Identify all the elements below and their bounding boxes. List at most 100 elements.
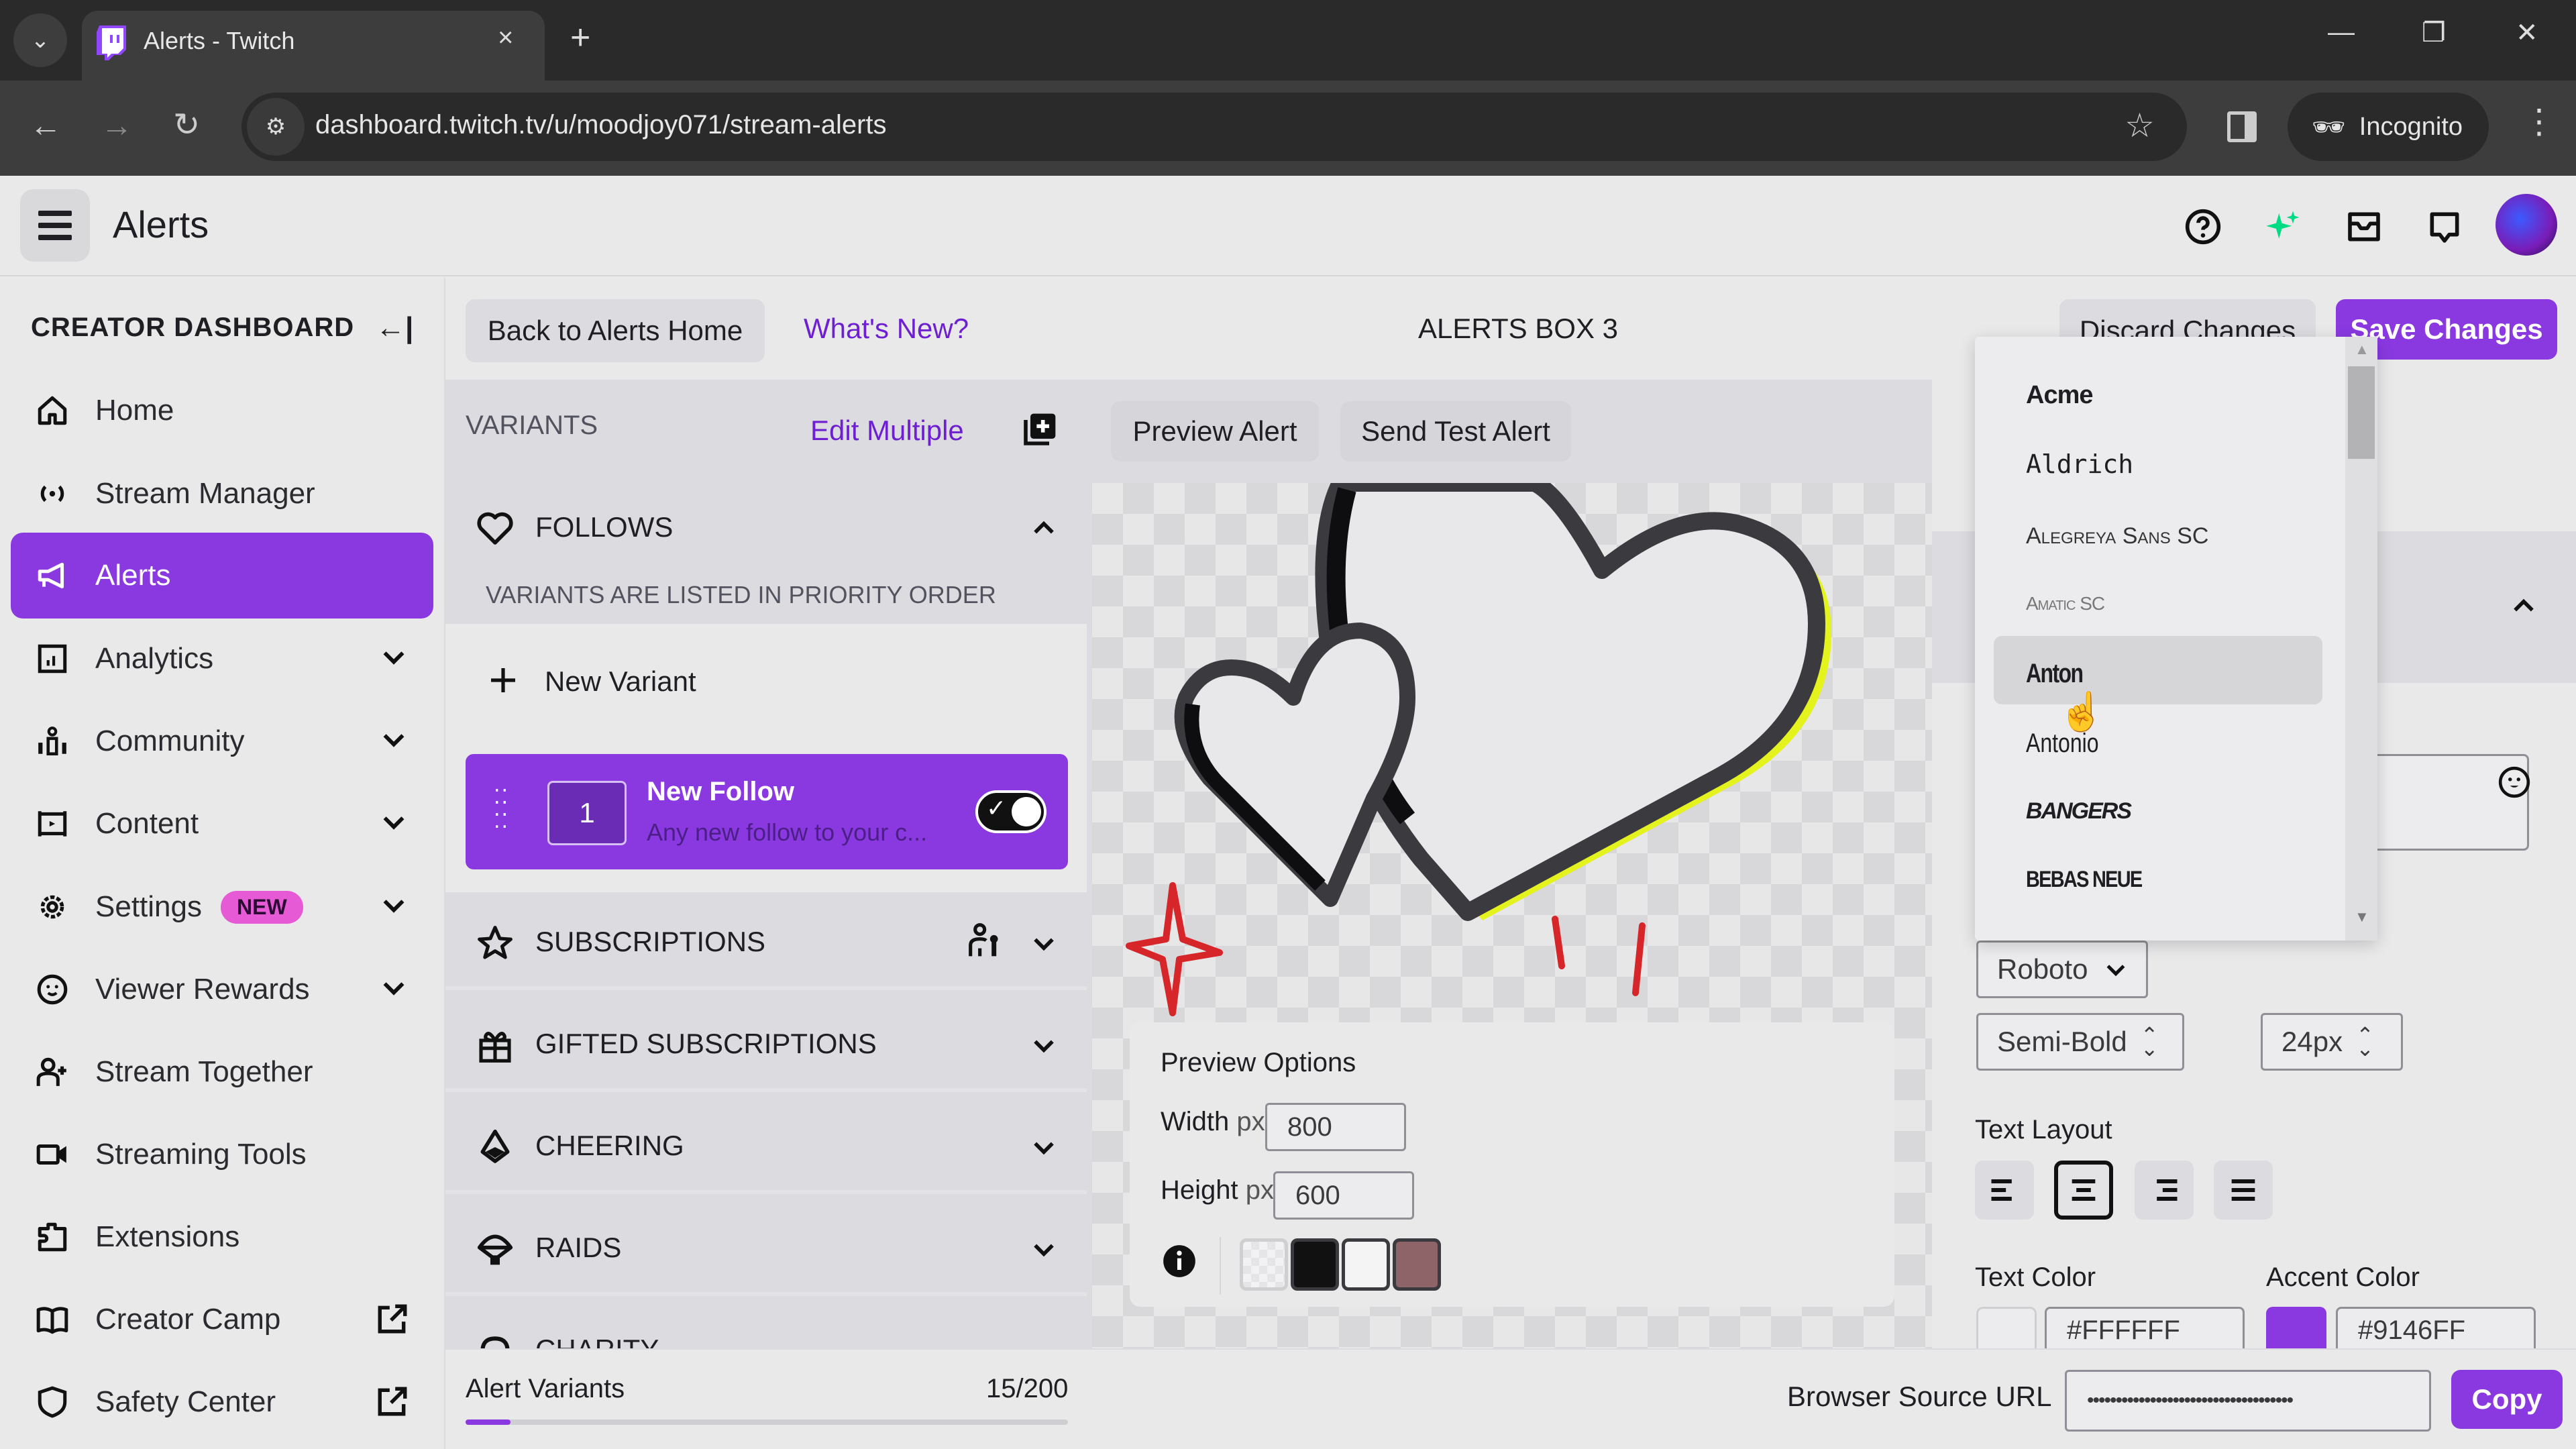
variant-enabled-toggle[interactable]: ✓ xyxy=(975,790,1046,833)
bg-swatch-white[interactable] xyxy=(1342,1238,1390,1291)
width-input[interactable]: 800 xyxy=(1265,1103,1406,1151)
omnibox[interactable]: ⚙ dashboard.twitch.tv/u/moodjoy071/strea… xyxy=(241,93,2187,161)
sidebar-item-stream-manager[interactable]: Stream Manager xyxy=(11,451,433,537)
align-right-button[interactable] xyxy=(2135,1161,2194,1220)
font-dropdown-list[interactable]: ▲ ▼ Acme Aldrich Alegreya Sans SC Amatic… xyxy=(1975,337,2377,941)
dropdown-scrollbar[interactable]: ▲ ▼ xyxy=(2345,337,2377,941)
priority-number[interactable]: 1 xyxy=(547,781,627,845)
whats-new-link[interactable]: What's New? xyxy=(804,313,969,345)
minimize-button[interactable]: — xyxy=(2328,17,2355,48)
send-test-alert-button[interactable]: Send Test Alert xyxy=(1340,401,1571,462)
back-to-alerts-home-button[interactable]: Back to Alerts Home xyxy=(466,299,765,362)
font-option-antonio[interactable]: Antonio xyxy=(2026,729,2099,759)
font-option-bangers[interactable]: BANGERS xyxy=(2026,798,2132,824)
side-panel-icon[interactable] xyxy=(2227,111,2257,142)
info-icon[interactable] xyxy=(1162,1244,1197,1282)
sidebar-item-viewer-rewards[interactable]: Viewer Rewards xyxy=(11,947,433,1032)
preview-alert-button[interactable]: Preview Alert xyxy=(1111,401,1319,462)
align-center-button[interactable] xyxy=(2054,1161,2113,1220)
drag-handle-icon[interactable]: ⁚⁚ ⁚⁚ ⁚⁚ xyxy=(494,788,509,832)
page-title: Alerts xyxy=(113,203,209,246)
copy-url-button[interactable]: Copy xyxy=(2451,1370,2563,1429)
font-size-select[interactable]: 24px ⌃ ⌄ xyxy=(2261,1013,2403,1071)
font-option-acme[interactable]: Acme xyxy=(2026,381,2093,410)
new-tab-button[interactable]: + xyxy=(570,17,590,58)
collapse-sidebar-icon[interactable]: ←| xyxy=(376,311,413,345)
menu-button[interactable] xyxy=(20,189,90,262)
incognito-indicator[interactable]: 🕶 Incognito xyxy=(2288,93,2489,161)
align-left-button[interactable] xyxy=(1975,1161,2034,1220)
forward-icon[interactable]: → xyxy=(101,107,133,144)
scroll-up-arrow[interactable]: ▲ xyxy=(2355,341,2369,358)
bg-swatch-black[interactable] xyxy=(1291,1238,1339,1291)
font-option-aldrich[interactable]: Aldrich xyxy=(2026,449,2133,479)
font-option-bebas-neue[interactable]: BEBAS NEUE xyxy=(2026,867,2143,893)
user-avatar[interactable] xyxy=(2496,194,2557,256)
section-raids[interactable]: RAIDS xyxy=(445,1198,1087,1296)
sidebar-item-label: Alerts xyxy=(95,559,171,592)
bg-swatch-transparent[interactable] xyxy=(1240,1238,1288,1291)
sidebar-item-alerts[interactable]: Alerts xyxy=(11,533,433,619)
whispers-icon[interactable] xyxy=(2426,208,2463,246)
help-icon[interactable] xyxy=(2184,208,2222,246)
font-weight-select[interactable]: Semi-Bold ⌃ ⌄ xyxy=(1976,1013,2184,1071)
sidebar-item-analytics[interactable]: Analytics xyxy=(11,616,433,702)
accent-color-input[interactable]: #9146FF xyxy=(2336,1307,2536,1348)
sidebar-item-content[interactable]: Content xyxy=(11,781,433,867)
back-icon[interactable]: ← xyxy=(30,107,62,144)
tab-close-button[interactable]: × xyxy=(498,23,513,53)
sidebar-item-creator-camp[interactable]: Creator Camp xyxy=(11,1277,433,1362)
scroll-thumb[interactable] xyxy=(2348,366,2375,459)
sidebar-item-home[interactable]: Home xyxy=(11,368,433,453)
section-gifted-subscriptions[interactable]: GIFTED SUBSCRIPTIONS xyxy=(445,994,1087,1092)
sidebar-item-streaming-tools[interactable]: Streaming Tools xyxy=(11,1112,433,1197)
sidebar-item-stream-together[interactable]: Stream Together xyxy=(11,1029,433,1115)
section-charity[interactable]: CHARITY xyxy=(445,1300,1087,1348)
sidebar-item-settings[interactable]: Settings NEW xyxy=(11,864,433,950)
browser-source-url-input[interactable]: •••••••••••••••••••••••••••••••••••• xyxy=(2065,1370,2431,1432)
reload-icon[interactable]: ↻ xyxy=(173,106,200,144)
text-color-swatch[interactable] xyxy=(1976,1307,2037,1348)
sidebar-item-safety-center[interactable]: Safety Center xyxy=(11,1359,433,1445)
emoji-picker-icon[interactable] xyxy=(2498,765,2531,802)
justify-button[interactable] xyxy=(2214,1161,2273,1220)
section-label: SUBSCRIPTIONS xyxy=(535,926,766,957)
edit-multiple-link[interactable]: Edit Multiple xyxy=(810,415,964,447)
bg-swatch-mauve[interactable] xyxy=(1393,1238,1441,1291)
bookmark-star-icon[interactable]: ☆ xyxy=(2125,106,2155,145)
twitch-logo-icon xyxy=(97,25,126,60)
url-text[interactable]: dashboard.twitch.tv/u/moodjoy071/stream-… xyxy=(315,110,887,140)
close-window-button[interactable]: ✕ xyxy=(2516,17,2538,48)
font-option-anton[interactable]: Anton xyxy=(2026,659,2084,689)
inbox-icon[interactable] xyxy=(2345,208,2383,246)
analytics-icon xyxy=(32,639,72,679)
add-variant-group-icon[interactable] xyxy=(1021,411,1059,451)
accent-color-swatch[interactable] xyxy=(2266,1307,2326,1348)
section-follows[interactable]: FOLLOWS xyxy=(445,478,1087,576)
height-input[interactable]: 600 xyxy=(1273,1171,1414,1220)
check-icon: ✓ xyxy=(986,794,1007,822)
tab-search-dropdown[interactable]: ⌄ xyxy=(13,13,67,67)
browser-menu-icon[interactable]: ⋮ xyxy=(2522,102,2556,141)
sidebar-item-extensions[interactable]: Extensions xyxy=(11,1194,433,1280)
section-subscriptions[interactable]: SUBSCRIPTIONS xyxy=(445,892,1087,990)
sparkle-icon[interactable] xyxy=(2265,208,2302,246)
section-cheering[interactable]: CHEERING xyxy=(445,1096,1087,1194)
browser-tab[interactable]: Alerts - Twitch × xyxy=(82,11,545,80)
sidebar-item-community[interactable]: Community xyxy=(11,698,433,784)
font-option-alegreya-sans-sc[interactable]: Alegreya Sans SC xyxy=(2026,523,2208,549)
new-variant-button[interactable]: New Variant xyxy=(545,665,696,698)
text-color-input[interactable]: #FFFFFF xyxy=(2045,1307,2245,1348)
sidebar-item-label: Safety Center xyxy=(95,1385,276,1418)
variant-card[interactable]: ⁚⁚ ⁚⁚ ⁚⁚ 1 New Follow Any new follow to yo… xyxy=(466,754,1068,869)
justify-icon xyxy=(2231,1179,2255,1201)
plus-icon xyxy=(487,664,519,700)
site-info-icon[interactable]: ⚙ xyxy=(247,98,305,156)
shield-icon xyxy=(32,1382,72,1422)
font-family-select[interactable]: Roboto xyxy=(1976,941,2148,998)
camera-icon xyxy=(32,1134,72,1175)
font-option-amatic-sc[interactable]: Amatic SC xyxy=(2026,593,2105,614)
heart-icon xyxy=(476,510,514,547)
scroll-down-arrow[interactable]: ▼ xyxy=(2355,908,2369,926)
restore-button[interactable]: ❐ xyxy=(2422,17,2446,48)
